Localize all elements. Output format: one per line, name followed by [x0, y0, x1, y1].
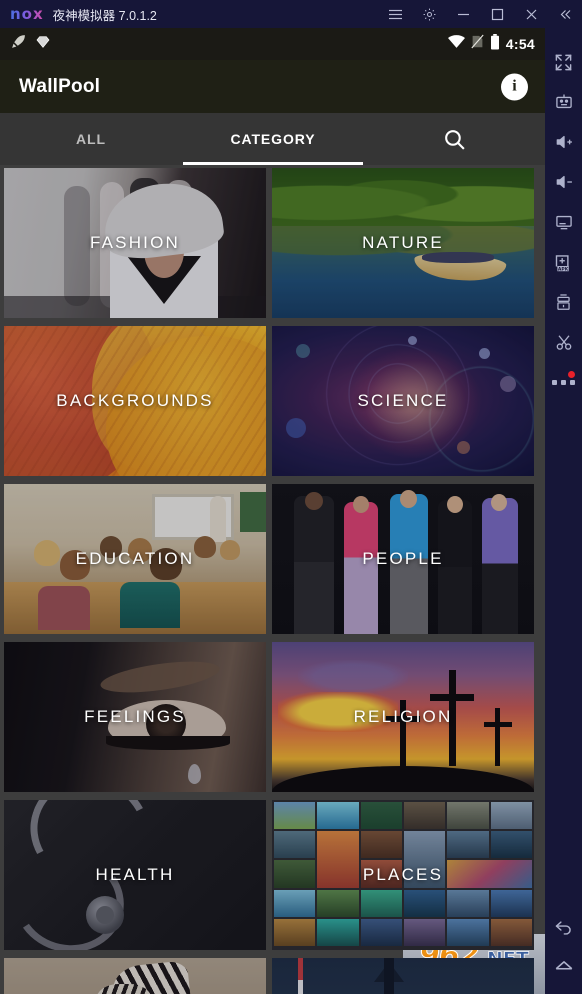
minimize-icon[interactable]: [446, 0, 480, 28]
tab-all[interactable]: ALL: [0, 113, 182, 165]
category-grid[interactable]: FASHION NATURE BACKGROUNDS SCIENCE EDUCA…: [0, 165, 545, 994]
scissors-icon[interactable]: [545, 322, 582, 362]
category-tile-places[interactable]: PLACES: [272, 800, 534, 950]
diamond-icon: [35, 34, 51, 55]
category-tile-people[interactable]: PEOPLE: [272, 484, 534, 634]
home-icon[interactable]: [545, 946, 582, 986]
tile-label: BACKGROUNDS: [56, 391, 214, 410]
volume-up-icon[interactable]: [545, 122, 582, 162]
emulator-window: nox 夜神模拟器 7.0.1.2 4:54 WallPool i ALL CA…: [0, 0, 582, 994]
more-icon[interactable]: [545, 362, 582, 402]
emulator-sidebar: APK: [545, 28, 582, 994]
status-clock: 4:54: [505, 36, 535, 52]
emulator-title: 夜神模拟器 7.0.1.2: [52, 8, 157, 23]
install-apk-icon[interactable]: APK: [545, 242, 582, 282]
volume-down-icon[interactable]: [545, 162, 582, 202]
keyboard-macro-icon[interactable]: [545, 82, 582, 122]
page-title: WallPool: [19, 75, 101, 97]
category-tile-health[interactable]: HEALTH: [4, 800, 266, 950]
category-tile-nature[interactable]: NATURE: [272, 168, 534, 318]
tile-label: HEALTH: [95, 865, 175, 884]
notification-badge: [568, 371, 575, 378]
svg-text:APK: APK: [558, 266, 569, 272]
category-tile-feelings[interactable]: FEELINGS: [4, 642, 266, 792]
status-system-icons: 4:54: [447, 28, 535, 60]
tile-label: EDUCATION: [75, 549, 195, 568]
rocket-icon: [10, 33, 27, 55]
maximize-icon[interactable]: [480, 0, 514, 28]
more-dots: [552, 379, 575, 385]
category-tile-city[interactable]: [272, 958, 534, 994]
category-tile-fashion[interactable]: FASHION: [4, 168, 266, 318]
nox-logo: nox: [10, 5, 44, 23]
back-icon[interactable]: [545, 906, 582, 946]
fullscreen-icon[interactable]: [545, 42, 582, 82]
screen-icon[interactable]: [545, 202, 582, 242]
tile-label: FEELINGS: [84, 707, 186, 726]
tile-label: NATURE: [362, 233, 444, 252]
tile-label: FASHION: [89, 233, 181, 252]
tab-bar: ALL CATEGORY: [0, 113, 545, 165]
category-tile-animals[interactable]: [4, 958, 266, 994]
category-tile-science[interactable]: SCIENCE: [272, 326, 534, 476]
category-tile-backgrounds[interactable]: BACKGROUNDS: [4, 326, 266, 476]
tile-label: SCIENCE: [357, 391, 449, 410]
double-chevron-left-icon[interactable]: [548, 0, 582, 28]
tile-label: RELIGION: [353, 707, 453, 726]
android-status-bar: 4:54: [0, 28, 545, 60]
tile-label: PEOPLE: [362, 549, 444, 568]
tile-scrim: [4, 958, 266, 994]
gear-icon[interactable]: [412, 0, 446, 28]
tab-all-label: ALL: [76, 131, 106, 147]
category-tile-religion[interactable]: RELIGION: [272, 642, 534, 792]
no-sim-icon: [471, 34, 484, 54]
app-bar: WallPool i: [0, 60, 545, 113]
tile-scrim: [272, 958, 534, 994]
search-icon[interactable]: [364, 113, 545, 165]
window-controls: [378, 0, 582, 28]
tile-label: PLACES: [362, 865, 444, 884]
menu-icon[interactable]: [378, 0, 412, 28]
battery-icon: [490, 33, 500, 55]
emulator-title-bar: nox 夜神模拟器 7.0.1.2: [0, 0, 582, 28]
status-notifications: [10, 33, 51, 55]
category-tile-education[interactable]: EDUCATION: [4, 484, 266, 634]
multi-instance-icon[interactable]: [545, 282, 582, 322]
tab-category[interactable]: CATEGORY: [182, 113, 364, 165]
info-button[interactable]: i: [501, 73, 528, 100]
wifi-icon: [447, 35, 465, 53]
close-icon[interactable]: [514, 0, 548, 28]
tab-category-label: CATEGORY: [230, 131, 316, 147]
